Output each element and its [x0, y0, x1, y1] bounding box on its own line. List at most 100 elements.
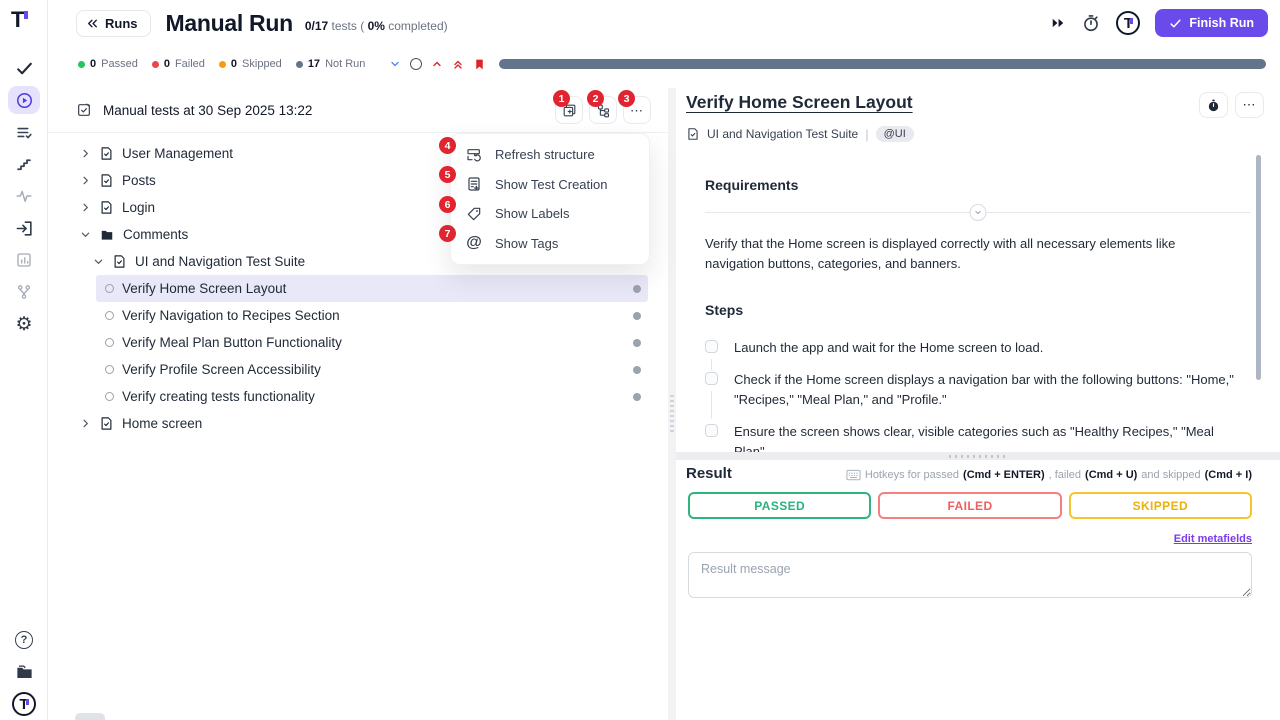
tree-item-test[interactable]: Verify Navigation to Recipes Section: [96, 302, 648, 329]
steps-heading: Steps: [705, 302, 743, 318]
test-notrun-dot-icon: [633, 285, 641, 293]
edit-metafields-link[interactable]: Edit metafields: [1174, 533, 1252, 545]
list-check-icon: [8, 118, 40, 146]
bar-chart-icon: [8, 246, 40, 274]
failed-button[interactable]: FAILED: [878, 492, 1061, 519]
keyboard-icon: [846, 469, 861, 481]
step-checkbox[interactable]: [705, 340, 718, 353]
run-status-bar: 0Passed 0Failed 0Skipped 17Not Run: [48, 46, 1280, 82]
doc-check-icon: [112, 254, 127, 269]
annotation-badge-5: 5: [439, 166, 456, 183]
play-circle-icon: [8, 86, 40, 114]
menu-item-show-test-creation[interactable]: Show Test Creation: [451, 170, 649, 200]
nav-help[interactable]: ?: [0, 624, 48, 656]
tree-item-test[interactable]: Verify creating tests functionality: [96, 383, 648, 410]
notrun-dot-icon: [296, 61, 303, 68]
nav-pulse[interactable]: [0, 180, 48, 212]
bookmark-icon[interactable]: [473, 57, 486, 72]
menu-item-refresh-structure[interactable]: Refresh structure: [451, 140, 649, 170]
ellipsis-icon: ⋯: [630, 104, 644, 117]
doc-check-icon: [686, 127, 700, 141]
top-header: Runs Manual Run 0/17 tests ( 0% complete…: [48, 0, 1280, 46]
chevron-right-icon: [80, 418, 91, 429]
check-icon: [8, 54, 40, 82]
test-creation-icon: [466, 176, 482, 192]
finish-run-button[interactable]: Finish Run: [1155, 9, 1268, 37]
test-timer-button[interactable]: [1199, 92, 1228, 118]
circle-filter-icon[interactable]: [410, 58, 422, 70]
gear-icon: ⚙: [8, 310, 40, 338]
chevron-down-icon: [973, 208, 982, 217]
stopwatch-filled-icon: [1206, 98, 1221, 113]
stairs-icon: [8, 150, 40, 178]
chevron-up-icon[interactable]: [431, 58, 443, 70]
step-checkbox[interactable]: [705, 424, 718, 437]
steps-resize-handle[interactable]: [676, 452, 1280, 460]
tree-options-menu: Refresh structure Show Test Creation Sho…: [450, 133, 650, 265]
step-checkbox[interactable]: [705, 372, 718, 385]
test-notrun-dot-icon: [633, 339, 641, 347]
doc-check-icon: [99, 173, 114, 188]
nav-analytics[interactable]: [0, 244, 48, 276]
annotation-badge-6: 6: [439, 196, 456, 213]
refresh-structure-icon: [466, 147, 482, 163]
workspace-logo[interactable]: T: [0, 688, 48, 720]
back-label: Runs: [105, 16, 138, 31]
left-rail: T ⚙ ? T: [0, 0, 48, 720]
menu-item-show-labels[interactable]: Show Labels: [451, 199, 649, 229]
sign-in-icon: [8, 214, 40, 242]
tree-item-suite[interactable]: Home screen: [48, 410, 668, 437]
collapsed-panel-tab[interactable]: [75, 713, 105, 720]
nav-settings[interactable]: ⚙: [0, 308, 48, 340]
folder-icon: [15, 663, 34, 682]
result-message-input[interactable]: [688, 552, 1252, 598]
run-source-title: Manual tests at 30 Sep 2025 13:22: [103, 103, 312, 118]
fast-forward-button[interactable]: [1050, 16, 1066, 30]
skipped-dot-icon: [219, 61, 226, 68]
suite-name[interactable]: UI and Navigation Test Suite: [707, 127, 858, 141]
nav-runs[interactable]: [0, 84, 48, 116]
logo-icon: T: [12, 692, 36, 716]
test-title[interactable]: Verify Home Screen Layout: [686, 92, 913, 113]
drag-dots-icon: [670, 395, 674, 433]
folder-icon: [99, 228, 115, 242]
tree-item-test[interactable]: Verify Profile Screen Accessibility: [96, 356, 648, 383]
chevron-down-icon: [80, 229, 91, 240]
test-more-button[interactable]: ⋯: [1235, 92, 1264, 118]
test-detail-panel: Verify Home Screen Layout ⋯ UI and Navig…: [676, 88, 1280, 720]
chevrons-up-icon[interactable]: [452, 58, 464, 71]
tag-badge[interactable]: @UI: [876, 126, 914, 142]
ellipsis-icon: ⋯: [1243, 97, 1257, 113]
collapse-knob[interactable]: [969, 204, 986, 221]
skipped-button[interactable]: SKIPPED: [1069, 492, 1252, 519]
test-status-circle-icon: [105, 365, 114, 374]
run-progress-text: 0/17 tests ( 0% completed): [305, 19, 448, 33]
nav-branches[interactable]: [0, 276, 48, 308]
timer-button[interactable]: [1081, 13, 1101, 33]
chevron-down-icon: [93, 256, 104, 267]
nav-projects[interactable]: [0, 656, 48, 688]
requirements-text: Verify that the Home screen is displayed…: [705, 234, 1213, 274]
chevrons-left-icon: [86, 17, 99, 30]
test-status-circle-icon: [105, 392, 114, 401]
nav-check[interactable]: [0, 52, 48, 84]
hotkeys-hint: Hotkeys for passed (Cmd + ENTER) , faile…: [846, 469, 1252, 481]
annotation-badge-7: 7: [439, 225, 456, 242]
tree-item-test-selected[interactable]: Verify Home Screen Layout: [96, 275, 648, 302]
passed-button[interactable]: PASSED: [688, 492, 871, 519]
panel-resize-handle[interactable]: [668, 88, 676, 720]
nav-steps[interactable]: [0, 148, 48, 180]
nav-test-plans[interactable]: [0, 116, 48, 148]
chevron-down-icon[interactable]: [389, 58, 401, 70]
test-notrun-dot-icon: [633, 366, 641, 374]
menu-item-show-tags[interactable]: @ Show Tags: [451, 229, 649, 259]
drag-dots-icon: [949, 455, 1007, 458]
annotation-badge-1: 1: [553, 90, 570, 107]
tree-item-test[interactable]: Verify Meal Plan Button Functionality: [96, 329, 648, 356]
annotation-badge-4: 4: [439, 137, 456, 154]
passed-count: 0Passed: [78, 58, 138, 70]
app-logo[interactable]: T: [11, 9, 24, 32]
back-to-runs-button[interactable]: Runs: [76, 10, 151, 37]
nav-import[interactable]: [0, 212, 48, 244]
scrollbar-thumb[interactable]: [1256, 155, 1261, 380]
